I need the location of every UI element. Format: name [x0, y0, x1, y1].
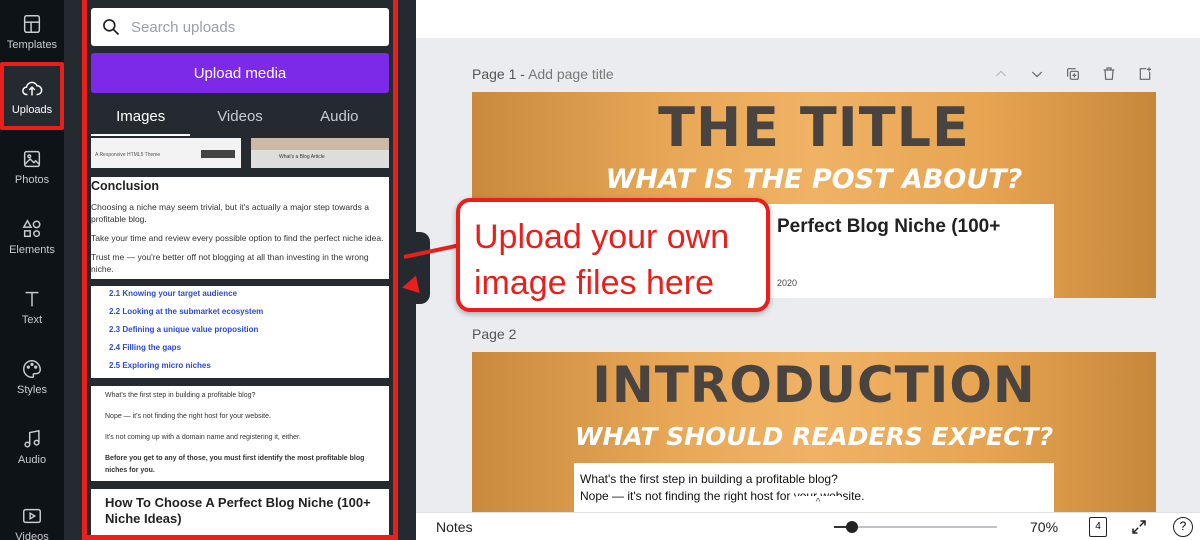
- notes-button[interactable]: Notes: [436, 519, 473, 535]
- uploads-grid: A Responsive HTML5 Theme What's a Blog A…: [91, 138, 389, 536]
- tab-audio[interactable]: Audio: [290, 98, 389, 136]
- zoom-level[interactable]: 70%: [1030, 519, 1058, 535]
- page-number: Page 2: [472, 326, 517, 342]
- zoom-out-icon[interactable]: [834, 526, 846, 528]
- design-title-text[interactable]: INTRODUCTION: [472, 356, 1156, 414]
- sidebar-item-label: Styles: [17, 384, 47, 396]
- templates-icon: [23, 15, 41, 33]
- upload-thumbnail[interactable]: How To Choose A Perfect Blog Niche (100+…: [91, 489, 389, 536]
- thumbnail-text: Trust me — you're better off not bloggin…: [91, 252, 369, 274]
- media-tabs: Images Videos Audio: [91, 98, 389, 136]
- upload-media-button[interactable]: Upload media: [91, 53, 389, 93]
- thumbnail-text: Take your time and review every possible…: [91, 233, 384, 243]
- add-page-button[interactable]: [1134, 64, 1156, 84]
- thumbnail-caption: A Responsive HTML5 Theme: [95, 152, 161, 158]
- callout-text-line: image files here: [474, 264, 715, 302]
- sidebar-item-label: Text: [21, 314, 43, 326]
- thumbnail-text: Before you get to any of those, you must…: [105, 455, 365, 474]
- design-subtitle-text[interactable]: WHAT IS THE POST ABOUT?: [472, 164, 1156, 195]
- toc-link: 2.5 Exploring micro niches: [109, 361, 211, 370]
- page-count-button[interactable]: 4: [1089, 517, 1107, 537]
- thumbnail-text: Nope — it's not finding the right host f…: [105, 413, 271, 420]
- thumbnail-text: What's the first step in building a prof…: [105, 392, 256, 399]
- page-2-label: Page 2: [472, 326, 516, 342]
- sidebar-item-templates[interactable]: Templates: [0, 0, 64, 64]
- chevron-up-icon: [995, 70, 1007, 77]
- sidebar-item-label: Elements: [9, 244, 55, 256]
- upload-thumbnail[interactable]: What's a Blog Article: [251, 138, 389, 168]
- sidebar-item-photos[interactable]: Photos: [0, 135, 64, 199]
- page-title-input[interactable]: Add page title: [528, 66, 614, 82]
- design-box-line: What's the first step in building a prof…: [580, 472, 838, 486]
- help-button[interactable]: ?: [1173, 517, 1193, 537]
- cloud-upload-icon: [22, 81, 43, 96]
- page-1-label: Page 1 - Add page title: [472, 66, 614, 82]
- palette-icon: [23, 360, 41, 378]
- sidebar-item-label: Audio: [17, 454, 47, 466]
- sidebar-item-label: Uploads: [11, 104, 53, 116]
- toc-link: 2.1 Knowing your target audience: [109, 289, 238, 298]
- fullscreen-button[interactable]: [1130, 518, 1148, 536]
- sidebar-item-styles[interactable]: Styles: [0, 345, 64, 409]
- thumbnail-text: It's not coming up with a domain name an…: [105, 434, 301, 441]
- trash-icon: [1103, 67, 1115, 80]
- upload-thumbnail[interactable]: Conclusion Choosing a niche may seem tri…: [91, 177, 389, 279]
- design-box-heading: Perfect Blog Niche (100+: [777, 216, 1001, 237]
- callout-arrow-head: [400, 275, 420, 297]
- bottom-bar: Notes 70% 4 ?: [416, 512, 1200, 540]
- move-up-button[interactable]: [990, 64, 1012, 84]
- toc-link: 2.2 Looking at the submarket ecosystem: [109, 307, 264, 316]
- annotation-callout: Upload your own image files here: [456, 198, 770, 312]
- sidebar-item-label: Templates: [6, 39, 58, 51]
- text-icon: [25, 291, 39, 307]
- thumbnail-caption: What's a Blog Article: [279, 154, 325, 160]
- design-box-date: 2020: [777, 278, 798, 288]
- delete-page-button[interactable]: [1098, 64, 1120, 84]
- tab-images[interactable]: Images: [91, 98, 191, 136]
- move-down-button[interactable]: [1026, 64, 1048, 84]
- expand-icon: [1132, 520, 1146, 534]
- upload-thumbnail[interactable]: What's the first step in building a prof…: [91, 386, 389, 481]
- search-bar[interactable]: [91, 8, 389, 46]
- image-icon: [23, 150, 41, 168]
- shapes-icon: [22, 219, 41, 238]
- page-2-canvas[interactable]: INTRODUCTION WHAT SHOULD READERS EXPECT?…: [472, 352, 1156, 512]
- sidebar-item-audio[interactable]: Audio: [0, 415, 64, 479]
- editor-window: Templates Uploads Photos Elements Text S…: [0, 0, 1200, 540]
- toc-link: 2.4 Filling the gaps: [109, 343, 182, 352]
- sidebar-rail: Templates Uploads Photos Elements Text S…: [0, 0, 64, 540]
- upload-thumbnail[interactable]: 2.1 Knowing your target audience 2.2 Loo…: [91, 286, 389, 378]
- show-pages-toggle[interactable]: ^: [790, 496, 846, 512]
- sidebar-item-label: Photos: [14, 174, 50, 186]
- thumbnail-heading: How To Choose A Perfect Blog Niche (100+…: [105, 495, 371, 526]
- tab-videos[interactable]: Videos: [190, 98, 289, 136]
- search-icon: [103, 19, 120, 36]
- music-note-icon: [24, 429, 40, 448]
- zoom-slider[interactable]: [852, 526, 997, 528]
- zoom-slider-handle[interactable]: [846, 521, 858, 533]
- duplicate-page-button[interactable]: [1062, 64, 1084, 84]
- design-subtitle-text[interactable]: WHAT SHOULD READERS EXPECT?: [472, 422, 1156, 451]
- thumbnail-graphic: [201, 150, 235, 158]
- upload-thumbnail[interactable]: A Responsive HTML5 Theme: [91, 138, 241, 168]
- add-page-icon: [1139, 67, 1151, 80]
- sidebar-item-label: Videos: [15, 531, 49, 540]
- video-icon: [23, 508, 41, 524]
- callout-text-line: Upload your own: [474, 218, 730, 256]
- page-toolbar: [990, 64, 1156, 84]
- page-number: Page 1 -: [472, 66, 525, 82]
- toc-link: 2.3 Defining a unique value proposition: [109, 325, 259, 334]
- sidebar-item-videos[interactable]: Videos: [0, 492, 64, 540]
- duplicate-icon: [1067, 68, 1079, 80]
- sidebar-item-text[interactable]: Text: [0, 275, 64, 339]
- sidebar-item-elements[interactable]: Elements: [0, 205, 64, 269]
- search-input[interactable]: [131, 18, 381, 36]
- sidebar-item-uploads[interactable]: Uploads: [0, 65, 64, 129]
- canvas-toolbar: [416, 0, 1200, 38]
- thumbnail-heading: Conclusion: [91, 179, 160, 193]
- thumbnail-text: Choosing a niche may seem trivial, but i…: [91, 202, 369, 224]
- design-title-text[interactable]: THE TITLE: [472, 96, 1156, 159]
- thumbnail-graphic: [251, 138, 389, 150]
- chevron-down-icon: [1031, 71, 1043, 78]
